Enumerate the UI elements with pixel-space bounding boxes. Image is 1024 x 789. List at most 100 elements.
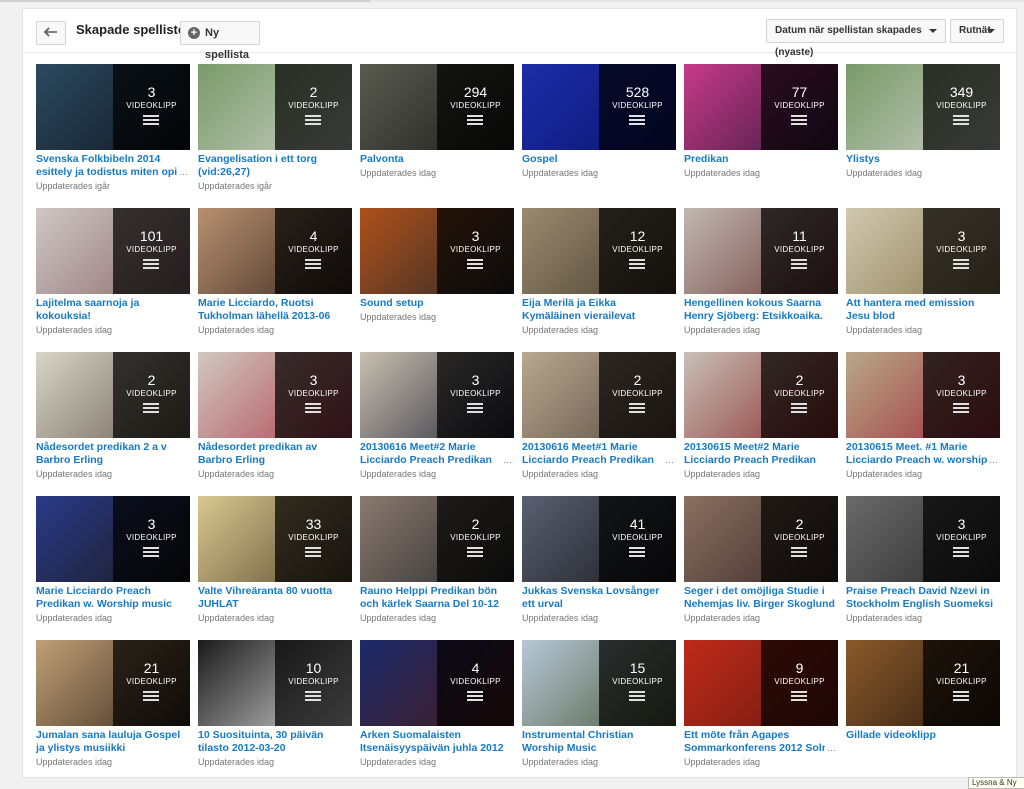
video-count: 2 bbox=[795, 516, 804, 532]
video-count: 3 bbox=[471, 228, 480, 244]
playlist-thumbnail[interactable]: 3 VIDEOKLIPP bbox=[36, 496, 190, 582]
playlist-thumbnail[interactable]: 41 VIDEOKLIPP bbox=[522, 496, 676, 582]
video-count-overlay: 101 VIDEOKLIPP bbox=[113, 208, 190, 294]
playlist-title-link[interactable]: Hengellinen kokous Saarna Henry Sjöberg:… bbox=[684, 297, 836, 323]
playlist-thumbnail[interactable]: 2 VIDEOKLIPP bbox=[684, 496, 838, 582]
playlist-title-link[interactable]: Sound setup bbox=[360, 297, 512, 310]
video-count-overlay: 3 VIDEOKLIPP bbox=[275, 352, 352, 438]
updated-text: Uppdaterades idag bbox=[846, 469, 923, 479]
sort-dropdown[interactable]: Datum när spellistan skapades (nyaste) bbox=[766, 19, 946, 58]
video-count-unit: VIDEOKLIPP bbox=[774, 533, 825, 542]
playlist-thumbnail[interactable]: 10 VIDEOKLIPP bbox=[198, 640, 352, 726]
playlist-title-link[interactable]: 20130616 Meet#2 Marie Licciardo Preach P… bbox=[360, 441, 512, 467]
playlist-title-link[interactable]: Jumalan sana lauluja Gospel ja ylistys m… bbox=[36, 729, 188, 755]
playlist-thumbnail[interactable]: 3 VIDEOKLIPP bbox=[360, 352, 514, 438]
playlist-thumbnail[interactable]: 3 VIDEOKLIPP bbox=[360, 208, 514, 294]
playlist-icon bbox=[629, 547, 645, 558]
playlist-title-link[interactable]: Svenska Folkbibeln 2014 esittely ja todi… bbox=[36, 153, 188, 179]
playlist-title-link[interactable]: Praise Preach David Nzevi in Stockholm E… bbox=[846, 585, 998, 611]
playlist-title-link[interactable]: Jukkas Svenska Lovsånger ett urval bbox=[522, 585, 674, 611]
playlist-thumbnail[interactable]: 21 VIDEOKLIPP bbox=[846, 640, 1000, 726]
playlist-title-link[interactable]: Gillade videoklipp bbox=[846, 729, 998, 742]
playlist-icon bbox=[791, 115, 807, 126]
playlist-thumbnail[interactable]: 3 VIDEOKLIPP bbox=[846, 352, 1000, 438]
video-count-overlay: 3 VIDEOKLIPP bbox=[437, 208, 514, 294]
playlist-thumbnail[interactable]: 3 VIDEOKLIPP bbox=[846, 208, 1000, 294]
playlist-card: 101 VIDEOKLIPP Lajitelma saarnoja ja kokou… bbox=[36, 208, 190, 352]
playlist-title-link[interactable]: Ett möte från Agapes Sommarkonferens 201… bbox=[684, 729, 836, 755]
playlist-thumbnail[interactable]: 9 VIDEOKLIPP bbox=[684, 640, 838, 726]
playlist-thumbnail[interactable]: 3 VIDEOKLIPP bbox=[198, 352, 352, 438]
updated-text: Uppdaterades idag bbox=[684, 168, 761, 178]
view-dropdown[interactable]: Rutnät bbox=[950, 19, 1004, 43]
playlist-title-link[interactable]: Valte Vihreäranta 80 vuotta JUHLAT bbox=[198, 585, 350, 611]
video-count-overlay: 9 VIDEOKLIPP bbox=[761, 640, 838, 726]
playlists-header: Skapade spellistor + Ny spellista Datum … bbox=[23, 9, 1016, 61]
playlist-title-link[interactable]: Marie Licciardo, Ruotsi Tukholman lähell… bbox=[198, 297, 350, 323]
playlist-icon bbox=[467, 259, 483, 270]
back-arrow-icon bbox=[43, 27, 57, 37]
updated-text: Uppdaterades idag bbox=[360, 312, 437, 322]
truncation-ellipsis: ... bbox=[825, 742, 836, 755]
playlist-title-link[interactable]: Predikan bbox=[684, 153, 836, 166]
playlist-thumbnail[interactable]: 2 VIDEOKLIPP bbox=[684, 352, 838, 438]
playlist-title-link[interactable]: Eija Merilä ja Eikka Kymäläinen vieraile… bbox=[522, 297, 674, 323]
playlist-title-link[interactable]: 20130615 Meet. #1 Marie Licciardo Preach… bbox=[846, 441, 998, 467]
playlist-thumbnail[interactable]: 77 VIDEOKLIPP bbox=[684, 64, 838, 150]
playlist-thumbnail[interactable]: 4 VIDEOKLIPP bbox=[360, 640, 514, 726]
playlist-thumbnail[interactable]: 2 VIDEOKLIPP bbox=[522, 352, 676, 438]
playlist-thumbnail[interactable]: 21 VIDEOKLIPP bbox=[36, 640, 190, 726]
playlist-title-link[interactable]: Palvonta bbox=[360, 153, 512, 166]
playlist-thumbnail[interactable]: 3 VIDEOKLIPP bbox=[846, 496, 1000, 582]
video-count-overlay: 10 VIDEOKLIPP bbox=[275, 640, 352, 726]
playlist-thumbnail[interactable]: 2 VIDEOKLIPP bbox=[198, 64, 352, 150]
video-count: 349 bbox=[949, 84, 974, 100]
video-count: 528 bbox=[625, 84, 650, 100]
playlist-title-link[interactable]: Att hantera med emission Jesu blod bbox=[846, 297, 998, 323]
playlist-card: 2 VIDEOKLIPP Rauno Helppi Predikan bön och… bbox=[360, 496, 514, 640]
new-playlist-button[interactable]: + Ny spellista bbox=[180, 21, 260, 61]
playlist-title-link[interactable]: Arken Suomalaisten Itsenäisyyspäivän juh… bbox=[360, 729, 512, 755]
playlist-title-link[interactable]: Lajitelma saarnoja ja kokouksia! bbox=[36, 297, 188, 323]
playlist-title: Predikan bbox=[684, 153, 729, 165]
playlist-title-link[interactable]: Marie Licciardo Preach Predikan w. Worsh… bbox=[36, 585, 188, 611]
playlist-thumbnail[interactable]: 33 VIDEOKLIPP bbox=[198, 496, 352, 582]
playlist-icon bbox=[953, 115, 969, 126]
playlist-title-link[interactable]: Nådesordet predikan 2 a v Barbro Erling bbox=[36, 441, 188, 467]
video-count-overlay: 21 VIDEOKLIPP bbox=[923, 640, 1000, 726]
playlist-thumbnail[interactable]: 4 VIDEOKLIPP bbox=[198, 208, 352, 294]
video-count: 2 bbox=[471, 516, 480, 532]
playlist-title-link[interactable]: Rauno Helppi Predikan bön och kärlek Saa… bbox=[360, 585, 512, 611]
playlist-title: Nådesordet predikan av Barbro Erling bbox=[198, 441, 318, 466]
playlist-title-link[interactable]: Gospel bbox=[522, 153, 674, 166]
playlist-thumbnail[interactable]: 528 VIDEOKLIPP bbox=[522, 64, 676, 150]
playlist-thumbnail[interactable]: 101 VIDEOKLIPP bbox=[36, 208, 190, 294]
playlist-thumbnail[interactable]: 15 VIDEOKLIPP bbox=[522, 640, 676, 726]
video-count-unit: VIDEOKLIPP bbox=[126, 533, 177, 542]
updated-text: Uppdaterades idag bbox=[36, 469, 113, 479]
video-count-unit: VIDEOKLIPP bbox=[612, 677, 663, 686]
playlist-title-link[interactable]: Ylistys bbox=[846, 153, 998, 166]
playlist-title-link[interactable]: Seger i det omöjliga Studie i Nehemjas l… bbox=[684, 585, 836, 611]
video-count-unit: VIDEOKLIPP bbox=[612, 533, 663, 542]
playlist-title-link[interactable]: Instrumental Christian Worship Music bbox=[522, 729, 674, 755]
playlist-title-link[interactable]: 20130615 Meet#2 Marie Licciardo Preach P… bbox=[684, 441, 836, 467]
playlist-thumbnail[interactable]: 11 VIDEOKLIPP bbox=[684, 208, 838, 294]
playlist-title: Att hantera med emission Jesu blod bbox=[846, 297, 975, 322]
playlist-card: 294 VIDEOKLIPP Palvonta Uppdaterades idag bbox=[360, 64, 514, 208]
playlist-thumbnail[interactable]: 12 VIDEOKLIPP bbox=[522, 208, 676, 294]
playlist-thumbnail[interactable]: 2 VIDEOKLIPP bbox=[36, 352, 190, 438]
back-button[interactable] bbox=[36, 21, 66, 45]
playlist-thumbnail[interactable]: 2 VIDEOKLIPP bbox=[360, 496, 514, 582]
playlist-card: 3 VIDEOKLIPP Svenska Folkbibeln 2014 esitt… bbox=[36, 64, 190, 208]
playlist-card: 3 VIDEOKLIPP 20130616 Meet#2 Marie Licciar… bbox=[360, 352, 514, 496]
playlist-thumbnail[interactable]: 3 VIDEOKLIPP bbox=[36, 64, 190, 150]
playlist-title-link[interactable]: Nådesordet predikan av Barbro Erling bbox=[198, 441, 350, 467]
playlist-icon bbox=[143, 691, 159, 702]
playlist-thumbnail[interactable]: 349 VIDEOKLIPP bbox=[846, 64, 1000, 150]
playlist-title-link[interactable]: 20130616 Meet#1 Marie Licciardo Preach P… bbox=[522, 441, 674, 467]
playlist-thumbnail[interactable]: 294 VIDEOKLIPP bbox=[360, 64, 514, 150]
playlist-title-link[interactable]: Evangelisation i ett torg (vid:26,27) bbox=[198, 153, 350, 179]
updated-text: Uppdaterades idag bbox=[360, 168, 437, 178]
playlist-title-link[interactable]: 10 Suosituinta, 30 päivän tilasto 2012-0… bbox=[198, 729, 350, 755]
